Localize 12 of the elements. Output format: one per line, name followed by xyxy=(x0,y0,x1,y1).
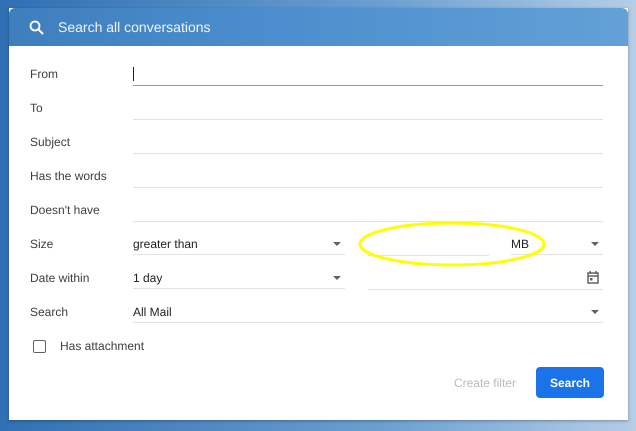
field-label: Has the words xyxy=(30,169,108,183)
field-label: Subject xyxy=(30,135,72,149)
field-label: Search xyxy=(30,305,70,319)
field-label: Date within xyxy=(30,271,90,285)
search-bar[interactable]: Search all conversations xyxy=(9,8,628,46)
field-label: From xyxy=(30,67,59,81)
checkbox-label: Has attachment xyxy=(60,339,144,353)
search-button[interactable]: Search xyxy=(536,367,604,398)
search-placeholder: Search all conversations xyxy=(58,19,211,35)
field-label: Size xyxy=(30,237,54,251)
field-label: Doesn't have xyxy=(30,203,101,217)
field-label: To xyxy=(30,101,44,115)
